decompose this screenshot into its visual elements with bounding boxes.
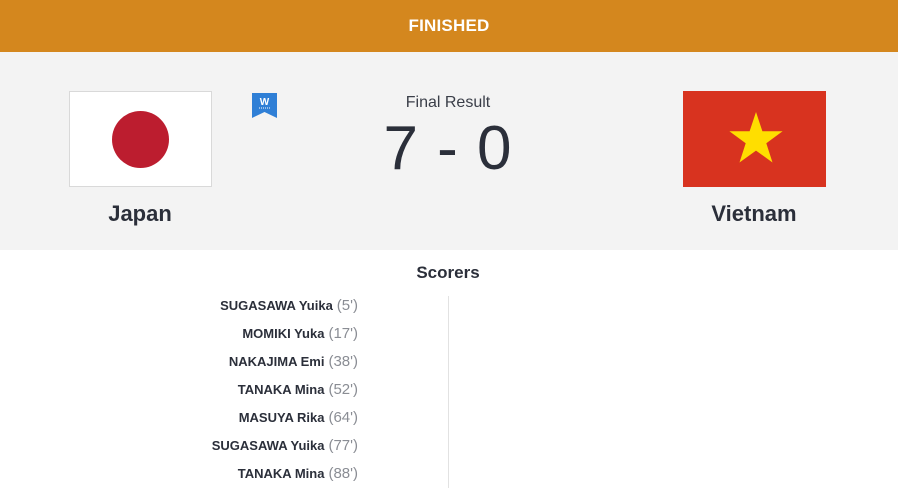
scorer-row: TANAKA Mina (88') (212, 459, 358, 487)
scorers-divider (448, 296, 449, 488)
scorer-name[interactable]: MASUYA Rika (239, 410, 325, 425)
scorers-heading: Scorers (416, 263, 480, 282)
goal-minute: (77') (328, 436, 358, 454)
match-status-text: FINISHED (408, 16, 490, 35)
goal-minute: (64') (328, 408, 358, 426)
scorer-name[interactable]: SUGASAWA Yuika (220, 298, 333, 313)
match-header-panel: Japan W Final Result 7 - 0 Vietnam (0, 52, 898, 250)
badge-letter: W (260, 97, 270, 108)
japan-flag-icon (69, 91, 212, 187)
scorer-row: TANAKA Mina (52') (212, 375, 358, 403)
goal-minute: (17') (328, 324, 358, 342)
scorer-name[interactable]: MOMIKI Yuka (242, 326, 324, 341)
scorer-row: MOMIKI Yuka (17') (212, 319, 358, 347)
goal-minute: (52') (328, 380, 358, 398)
away-team-name[interactable]: Vietnam (654, 201, 854, 227)
vietnam-flag-icon (683, 91, 826, 187)
goal-minute: (38') (328, 352, 358, 370)
goal-minute: (5') (336, 296, 358, 314)
scorer-row: MASUYA Rika (64') (212, 403, 358, 431)
scorer-row: SUGASAWA Yuika (77') (212, 431, 358, 459)
scorer-row: NAKAJIMA Emi (38') (212, 347, 358, 375)
home-scorers-list: SUGASAWA Yuika (5') MOMIKI Yuka (17') NA… (212, 291, 358, 487)
goal-minute: (88') (328, 464, 358, 482)
scorer-name[interactable]: NAKAJIMA Emi (229, 354, 325, 369)
scorer-name[interactable]: TANAKA Mina (238, 466, 325, 481)
match-status-bar: FINISHED (0, 0, 898, 52)
scorer-name[interactable]: SUGASAWA Yuika (212, 438, 325, 453)
women-competition-badge-icon: W (252, 93, 277, 118)
scorer-row: SUGASAWA Yuika (5') (212, 291, 358, 319)
scorer-name[interactable]: TANAKA Mina (238, 382, 325, 397)
home-team-name[interactable]: Japan (40, 201, 240, 227)
match-score: 7 - 0 (383, 114, 513, 183)
final-result-label: Final Result (405, 94, 491, 111)
